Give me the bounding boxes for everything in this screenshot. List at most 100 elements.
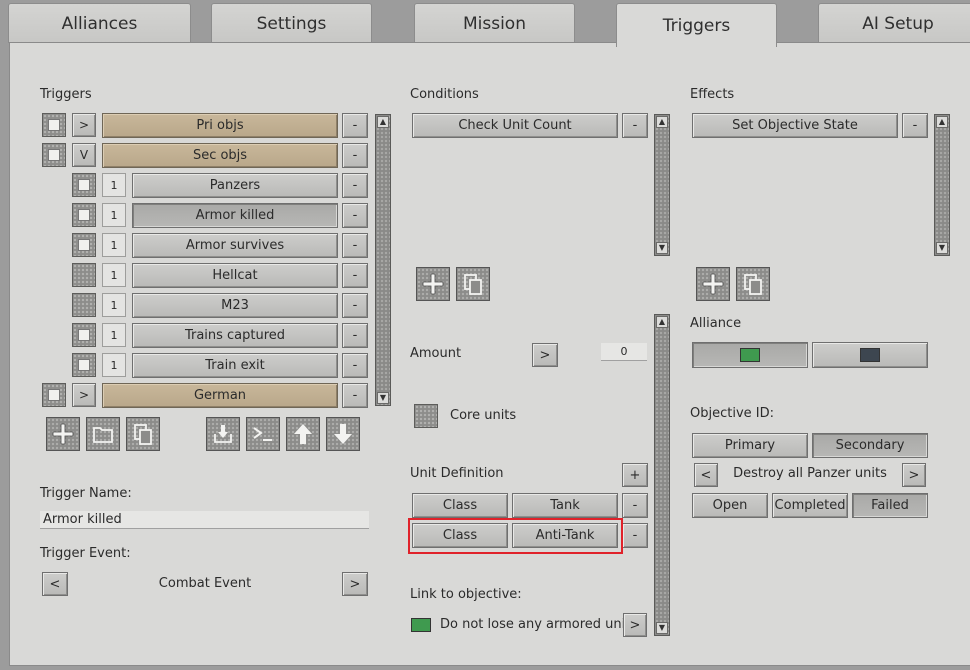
trigger-enabled-checkbox[interactable] [72, 323, 96, 347]
alliance-option-1[interactable] [692, 342, 808, 368]
effect-item[interactable]: Set Objective State [692, 113, 898, 138]
remove-trigger-button[interactable]: - [342, 203, 368, 228]
remove-trigger-button[interactable]: - [342, 323, 368, 348]
scroll-down-icon[interactable]: ▼ [656, 242, 668, 254]
console-button[interactable] [246, 417, 280, 451]
copy-effect-button[interactable] [736, 267, 770, 301]
remove-unit-def-button[interactable]: - [622, 493, 648, 518]
objective-name: Destroy all Panzer units [733, 466, 887, 481]
trigger-item[interactable]: Panzers [132, 173, 338, 198]
add-unit-definition-button[interactable]: + [622, 463, 648, 487]
trigger-event-next-button[interactable]: > [342, 572, 368, 596]
trigger-group-toggle-button[interactable]: > [72, 113, 96, 137]
tab-ai-setup[interactable]: AI Setup [818, 3, 970, 43]
copy-icon [134, 424, 152, 445]
objective-secondary-button[interactable]: Secondary [812, 433, 928, 458]
trigger-group-toggle-button[interactable]: > [72, 383, 96, 407]
trigger-enabled-checkbox[interactable] [72, 203, 96, 227]
trigger-enabled-checkbox[interactable] [72, 353, 96, 377]
trigger-enabled-checkbox[interactable] [42, 383, 66, 407]
add-trigger-button[interactable] [46, 417, 80, 451]
trigger-enabled-checkbox[interactable] [72, 233, 96, 257]
state-completed-button[interactable]: Completed [772, 493, 848, 518]
copy-icon [464, 274, 482, 295]
trigger-item[interactable]: Armor killed [132, 203, 338, 228]
add-folder-button[interactable] [86, 417, 120, 451]
checkbox-mark [78, 239, 90, 251]
remove-effect-button[interactable]: - [902, 113, 928, 138]
trigger-enabled-checkbox[interactable] [42, 143, 66, 167]
trigger-event-label: Trigger Event: [40, 546, 131, 561]
remove-trigger-button[interactable]: - [342, 143, 368, 168]
copy-trigger-button[interactable] [126, 417, 160, 451]
state-open-button[interactable]: Open [692, 493, 768, 518]
add-icon [422, 273, 444, 295]
add-condition-button[interactable] [416, 267, 450, 301]
trigger-item[interactable]: Train exit [132, 353, 338, 378]
scroll-down-icon[interactable]: ▼ [936, 242, 948, 254]
state-failed-button[interactable]: Failed [852, 493, 928, 518]
checkbox-mark [78, 329, 90, 341]
import-button[interactable] [206, 417, 240, 451]
unit-def-key[interactable]: Class [412, 493, 508, 518]
remove-trigger-button[interactable]: - [342, 263, 368, 288]
remove-trigger-button[interactable]: - [342, 113, 368, 138]
scroll-up-icon[interactable]: ▲ [377, 116, 389, 128]
remove-trigger-button[interactable]: - [342, 353, 368, 378]
tab-mission[interactable]: Mission [414, 3, 575, 43]
tab-alliances[interactable]: Alliances [8, 3, 191, 43]
conditions-scrollbar[interactable]: ▲ ▼ [654, 114, 670, 256]
objective-prev-button[interactable]: < [694, 463, 718, 487]
trigger-name-input[interactable]: Armor killed [40, 511, 369, 529]
unit-def-value[interactable]: Tank [512, 493, 618, 518]
trigger-group-item[interactable]: German [102, 383, 338, 408]
trigger-group-item[interactable]: Sec objs [102, 143, 338, 168]
trigger-group-toggle-button[interactable]: V [72, 143, 96, 167]
core-units-checkbox[interactable] [414, 404, 438, 428]
amount-input[interactable]: 0 [601, 343, 647, 361]
alliance-option-2[interactable] [812, 342, 928, 368]
tab-settings[interactable]: Settings [211, 3, 372, 43]
trigger-item[interactable]: Hellcat [132, 263, 338, 288]
trigger-list-scrollbar[interactable]: ▲ ▼ [375, 114, 391, 406]
remove-trigger-button[interactable]: - [342, 293, 368, 318]
remove-condition-button[interactable]: - [622, 113, 648, 138]
remove-unit-def-button[interactable]: - [622, 523, 648, 548]
add-effect-button[interactable] [696, 267, 730, 301]
objective-primary-button[interactable]: Primary [692, 433, 808, 458]
trigger-enabled-checkbox[interactable] [72, 173, 96, 197]
scroll-down-icon[interactable]: ▼ [656, 622, 668, 634]
copy-condition-button[interactable] [456, 267, 490, 301]
effects-scrollbar[interactable]: ▲ ▼ [934, 114, 950, 256]
trigger-enabled-checkbox[interactable] [42, 113, 66, 137]
amount-operator-button[interactable]: > [532, 343, 558, 367]
condition-details-scrollbar[interactable]: ▲ ▼ [654, 314, 670, 636]
scroll-up-icon[interactable]: ▲ [936, 116, 948, 128]
trigger-count: 1 [102, 173, 126, 197]
move-down-button[interactable] [326, 417, 360, 451]
remove-trigger-button[interactable]: - [342, 173, 368, 198]
trigger-enabled-checkbox[interactable] [72, 263, 96, 287]
trigger-item[interactable]: Trains captured [132, 323, 338, 348]
remove-trigger-button[interactable]: - [342, 233, 368, 258]
link-objective-next-button[interactable]: > [623, 613, 647, 637]
trigger-group-item[interactable]: Pri objs [102, 113, 338, 138]
tab-triggers[interactable]: Triggers [616, 3, 777, 47]
scroll-up-icon[interactable]: ▲ [656, 316, 668, 328]
trigger-count: 1 [102, 263, 126, 287]
trigger-count: 1 [102, 233, 126, 257]
selection-highlight [408, 518, 623, 554]
remove-trigger-button[interactable]: - [342, 383, 368, 408]
objective-next-button[interactable]: > [902, 463, 926, 487]
triggers-title: Triggers [40, 87, 92, 102]
condition-item[interactable]: Check Unit Count [412, 113, 618, 138]
trigger-enabled-checkbox[interactable] [72, 293, 96, 317]
trigger-item[interactable]: M23 [132, 293, 338, 318]
scroll-down-icon[interactable]: ▼ [377, 392, 389, 404]
trigger-event-prev-button[interactable]: < [42, 572, 68, 596]
move-up-button[interactable] [286, 417, 320, 451]
scroll-up-icon[interactable]: ▲ [656, 116, 668, 128]
trigger-item[interactable]: Armor survives [132, 233, 338, 258]
trigger-event-value: Combat Event [158, 576, 252, 591]
trigger-count: 1 [102, 203, 126, 227]
